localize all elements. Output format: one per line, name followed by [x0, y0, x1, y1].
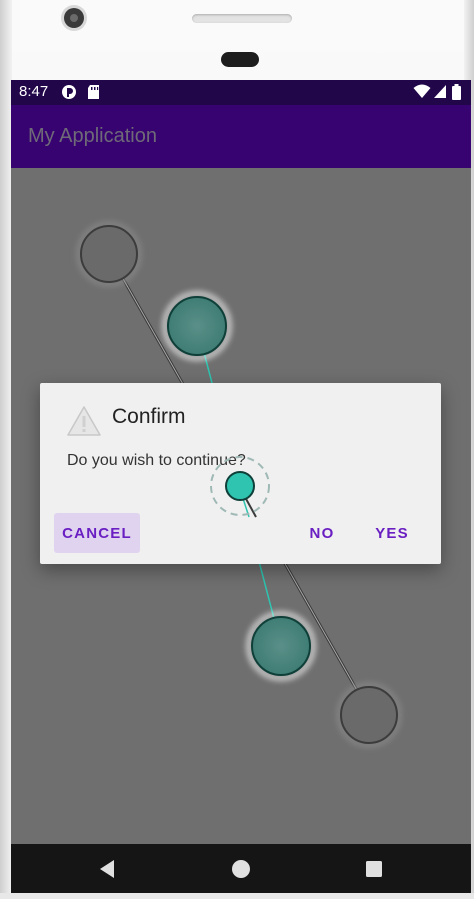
home-icon[interactable] [230, 858, 252, 880]
earpiece-speaker [192, 14, 292, 23]
proximity-sensor [221, 52, 259, 67]
navigation-bar [11, 844, 471, 895]
device-bottom-bezel [0, 893, 474, 899]
back-icon[interactable] [97, 858, 117, 880]
front-camera [64, 8, 84, 28]
recents-icon[interactable] [364, 858, 384, 880]
active-touch-overlay [210, 456, 270, 518]
phone-screen: 8:47 My Application Confirm Do you wish … [11, 80, 471, 895]
phone-device: 8:47 My Application Confirm Do you wish … [0, 0, 474, 899]
active-touch-point [210, 456, 270, 516]
